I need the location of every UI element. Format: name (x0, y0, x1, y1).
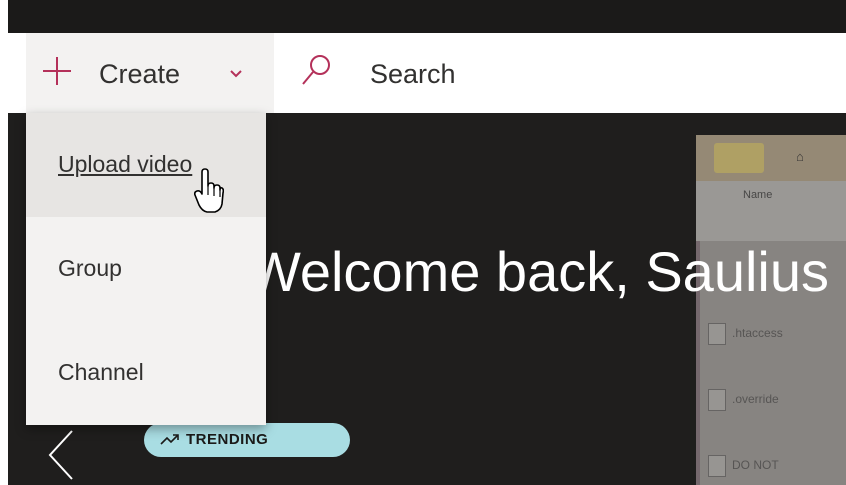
thumbnail-column-header: Name (743, 189, 773, 201)
chevron-left-icon[interactable] (42, 425, 82, 485)
file-icon (708, 389, 726, 411)
search-icon[interactable] (300, 53, 332, 87)
search-input[interactable]: Search (370, 59, 456, 90)
thumbnail-button (714, 143, 764, 173)
create-button[interactable]: Create (26, 33, 274, 113)
window-edge (0, 0, 8, 485)
trending-label: TRENDING (186, 431, 269, 448)
menu-item-channel[interactable]: Channel (26, 321, 266, 425)
thumbnail-file-row: DO NOT (708, 455, 779, 477)
menu-item-label: Channel (58, 359, 144, 385)
welcome-heading: Welcome back, Saulius (248, 240, 829, 303)
menu-item-label: Upload video (58, 151, 193, 177)
top-bar (8, 0, 846, 33)
menu-item-upload-video[interactable]: Upload video (26, 113, 266, 217)
hand-pointer-icon (194, 168, 224, 213)
trending-badge: TRENDING (144, 423, 350, 457)
file-name: DO NOT (732, 458, 779, 473)
create-label: Create (99, 59, 181, 89)
create-dropdown-menu: Upload video Group Channel (26, 113, 266, 425)
file-icon (708, 323, 726, 345)
thumbnail-file-row: .override (708, 389, 779, 411)
navigation-bar: Create Search (8, 33, 846, 113)
video-thumbnail[interactable]: ⌂ Name .htaccess .override DO NOT (696, 135, 846, 485)
thumbnail-toolbar: ⌂ (696, 135, 846, 181)
file-icon (708, 455, 726, 477)
thumbnail-file-row: .htaccess (708, 323, 783, 345)
trending-icon (160, 434, 179, 445)
home-icon: ⌂ (796, 149, 804, 164)
file-name: .override (732, 392, 779, 407)
plus-icon (43, 57, 71, 85)
file-name: .htaccess (732, 326, 783, 341)
chevron-down-icon (230, 70, 242, 78)
menu-item-label: Group (58, 255, 122, 281)
menu-item-group[interactable]: Group (26, 217, 266, 321)
